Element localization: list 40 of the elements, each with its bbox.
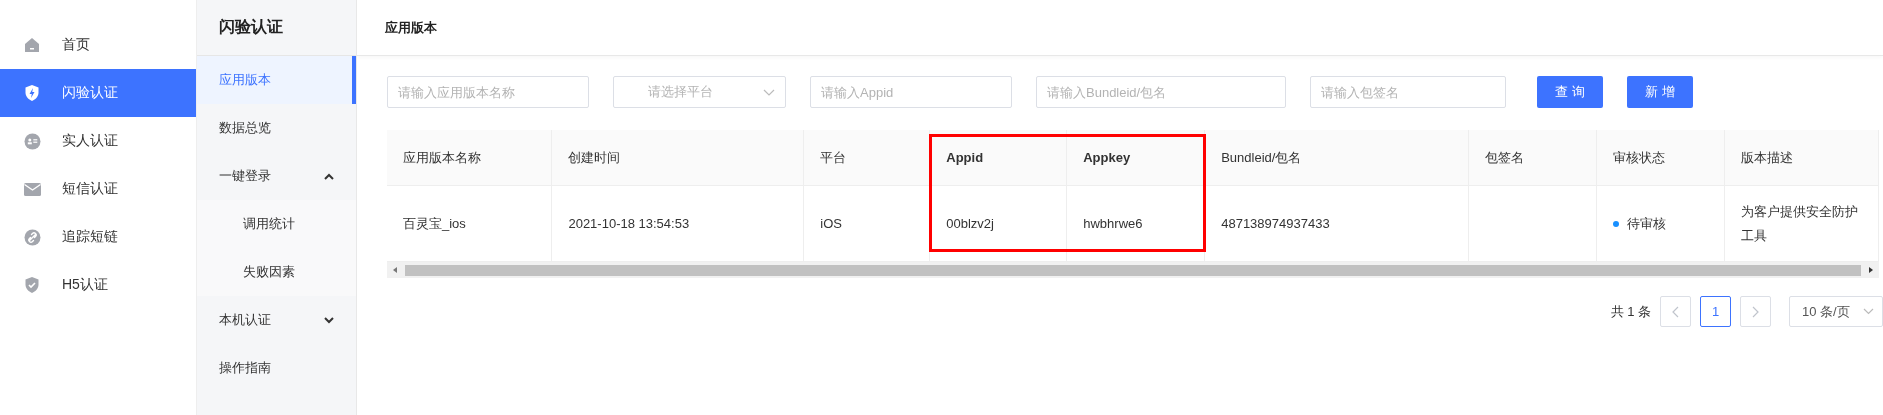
column-header: 应用版本名称: [387, 130, 552, 186]
action-button[interactable]: 新 增: [1627, 76, 1693, 108]
column-header: 创建时间: [551, 130, 804, 186]
column-header: 包签名: [1468, 130, 1597, 186]
action-button[interactable]: 查 询: [1537, 76, 1603, 108]
page-title: 应用版本: [357, 0, 1883, 56]
nav-item[interactable]: 短信认证: [0, 165, 196, 213]
table-cell: 百灵宝_ios: [387, 185, 552, 262]
input-field[interactable]: 请输入包签名: [1310, 76, 1506, 108]
column-header: 审核状态: [1596, 130, 1725, 186]
table-cell: 487138974937433: [1204, 185, 1469, 262]
total-count: 共 1 条: [1610, 302, 1651, 321]
column-header: 平台: [803, 130, 930, 186]
input-field[interactable]: 请输入Bundleid/包名: [1036, 76, 1286, 108]
table-cell: iOS: [803, 185, 930, 262]
column-header: Bundleid/包名: [1204, 130, 1469, 186]
status-text: 待审核: [1627, 215, 1667, 231]
page-button[interactable]: 1: [1700, 296, 1731, 327]
nav-item[interactable]: H5认证: [0, 261, 196, 309]
nav-item[interactable]: 闪验认证: [0, 69, 196, 117]
submenu-item[interactable]: 失败因素: [197, 248, 356, 296]
page-size-select[interactable]: 10 条/页: [1789, 296, 1883, 327]
table-cell: 00blzv2j: [929, 185, 1067, 262]
menu-item[interactable]: 一键登录: [197, 152, 356, 200]
input-field[interactable]: 请输入应用版本名称: [387, 76, 589, 108]
menu-item[interactable]: 本机认证: [197, 296, 356, 344]
nav-item[interactable]: 首页: [0, 21, 196, 69]
column-header: 版本描述: [1724, 130, 1879, 186]
menu-item[interactable]: 操作指南: [197, 344, 356, 392]
nav-item[interactable]: 追踪短链: [0, 213, 196, 261]
table-cell: 2021-10-18 13:54:53: [551, 185, 804, 262]
menu-item[interactable]: 数据总览: [197, 104, 356, 152]
table-cell: 为客户提供安全防护工具: [1724, 185, 1879, 262]
nav-item[interactable]: 实人认证: [0, 117, 196, 165]
input-field[interactable]: 请输入Appid: [810, 76, 1012, 108]
column-header: Appkey: [1066, 130, 1205, 186]
menu-item[interactable]: 应用版本: [197, 56, 356, 104]
submenu-item[interactable]: 调用统计: [197, 200, 356, 248]
column-header: Appid: [929, 130, 1067, 186]
table-cell: hwbhrwe6: [1066, 185, 1205, 262]
